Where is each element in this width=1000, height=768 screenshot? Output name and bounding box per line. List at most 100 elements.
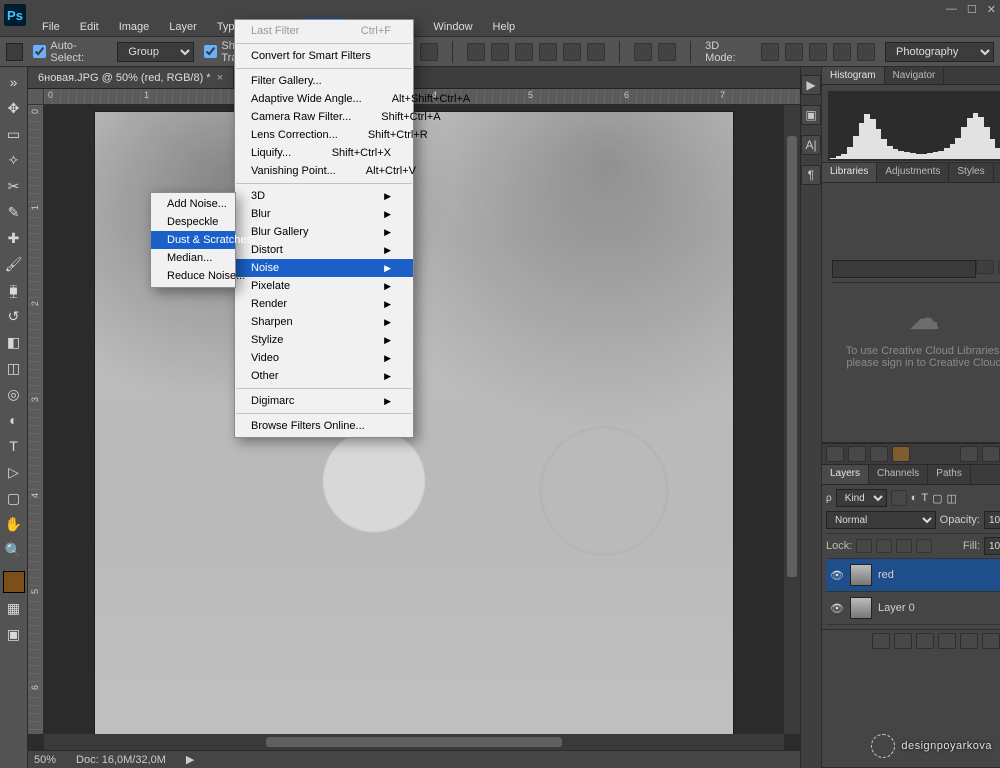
ruler-origin[interactable] bbox=[28, 89, 44, 105]
menu-item[interactable]: Lens Correction...Shift+Ctrl+R bbox=[235, 126, 413, 144]
minimize-button[interactable]: — bbox=[946, 3, 957, 16]
3d-mode-icons[interactable] bbox=[761, 43, 875, 61]
tab-paths[interactable]: Paths bbox=[928, 465, 971, 484]
filter-image-icon[interactable] bbox=[891, 490, 907, 506]
blend-mode-select[interactable]: Normal bbox=[826, 511, 936, 529]
lock-position-icon[interactable] bbox=[896, 539, 912, 553]
filter-menu[interactable]: Last FilterCtrl+FConvert for Smart Filte… bbox=[234, 19, 414, 438]
menu-item[interactable]: Noise▶ bbox=[235, 259, 413, 277]
menu-item[interactable]: 3D▶ bbox=[235, 187, 413, 205]
eraser-tool-icon[interactable]: ◧ bbox=[2, 331, 26, 353]
dodge-tool-icon[interactable]: ◐ bbox=[2, 409, 26, 431]
shape-tool-icon[interactable]: ▢ bbox=[2, 487, 26, 509]
arrange-icons[interactable] bbox=[634, 43, 676, 61]
menu-item[interactable]: Blur Gallery▶ bbox=[235, 223, 413, 241]
gradient-tool-icon[interactable]: ◫ bbox=[2, 357, 26, 379]
layer-mask-icon[interactable] bbox=[916, 633, 934, 649]
tab-channels[interactable]: Channels bbox=[869, 465, 928, 484]
history-brush-icon[interactable]: ↺ bbox=[2, 305, 26, 327]
spot-heal-icon[interactable]: ✚ bbox=[2, 227, 26, 249]
libraries-panel-tabs[interactable]: LibrariesAdjustmentsStyles bbox=[822, 163, 1000, 183]
tab-navigator[interactable]: Navigator bbox=[885, 67, 945, 84]
menu-item[interactable]: Pixelate▶ bbox=[235, 277, 413, 295]
document-tab[interactable]: 6новая.JPG @ 50% (red, RGB/8) * × bbox=[28, 68, 234, 88]
visibility-icon[interactable]: 👁 bbox=[830, 569, 844, 582]
tab-histogram[interactable]: Histogram bbox=[822, 67, 885, 84]
layer-list[interactable]: 👁red👁Layer 0 bbox=[826, 559, 1000, 625]
menu-item[interactable]: Sharpen▶ bbox=[235, 313, 413, 331]
menu-item[interactable]: Despeckle bbox=[151, 213, 235, 231]
adjustment-layer-icon[interactable] bbox=[938, 633, 956, 649]
distribute-icons[interactable] bbox=[467, 43, 605, 61]
screenmode-icon[interactable]: ▣ bbox=[2, 623, 26, 645]
layer-item[interactable]: 👁Layer 0 bbox=[826, 592, 1000, 625]
maximize-button[interactable]: ☐ bbox=[967, 3, 977, 16]
horizontal-scrollbar[interactable] bbox=[44, 734, 784, 750]
lock-image-icon[interactable] bbox=[876, 539, 892, 553]
group-icon[interactable] bbox=[960, 633, 978, 649]
auto-select-toggle[interactable]: Auto-Select: bbox=[33, 40, 107, 64]
lock-all-icon[interactable] bbox=[916, 539, 932, 553]
foreground-color[interactable] bbox=[3, 571, 25, 593]
visibility-icon[interactable]: 👁 bbox=[830, 602, 844, 615]
opacity-value[interactable] bbox=[984, 511, 1000, 529]
menu-item[interactable]: Render▶ bbox=[235, 295, 413, 313]
zoom-tool-icon[interactable]: 🔍 bbox=[2, 539, 26, 561]
workspace-switcher[interactable]: Photography bbox=[885, 42, 994, 62]
noise-submenu[interactable]: Add Noise...DespeckleDust & Scratches...… bbox=[150, 192, 236, 288]
blur-tool-icon[interactable]: ◎ bbox=[2, 383, 26, 405]
menu-item[interactable]: Video▶ bbox=[235, 349, 413, 367]
layer-item[interactable]: 👁red bbox=[826, 559, 1000, 592]
tab-layers[interactable]: Layers bbox=[822, 465, 869, 484]
layers-footer[interactable] bbox=[822, 629, 1000, 651]
menu-item[interactable]: Distort▶ bbox=[235, 241, 413, 259]
zoom-level[interactable]: 50% bbox=[34, 754, 56, 766]
link-layers-icon[interactable] bbox=[872, 633, 890, 649]
new-layer-icon[interactable] bbox=[982, 633, 1000, 649]
menu-item[interactable]: Browse Filters Online... bbox=[235, 417, 413, 435]
menu-item[interactable]: Reduce Noise... bbox=[151, 267, 235, 285]
vertical-ruler[interactable]: 0123456 bbox=[28, 105, 44, 734]
vertical-scrollbar[interactable] bbox=[784, 105, 800, 734]
collapsed-panel-icon[interactable]: ▶ bbox=[801, 75, 821, 95]
tab-adjustments[interactable]: Adjustments bbox=[877, 163, 949, 182]
menu-item[interactable]: Add Noise... bbox=[151, 195, 235, 213]
libraries-search[interactable] bbox=[832, 260, 976, 278]
layer-filter-kind[interactable]: Kind bbox=[836, 489, 887, 507]
grid-view-icon[interactable] bbox=[976, 260, 994, 274]
collapsed-panel-icon[interactable]: ▣ bbox=[801, 105, 821, 125]
eyedropper-icon[interactable]: ✎ bbox=[2, 201, 26, 223]
layer-fx-icon[interactable] bbox=[894, 633, 912, 649]
menu-item[interactable]: Adaptive Wide Angle...Alt+Shift+Ctrl+A bbox=[235, 90, 413, 108]
menu-help[interactable]: Help bbox=[483, 18, 526, 36]
tab-libraries[interactable]: Libraries bbox=[822, 163, 877, 182]
path-select-icon[interactable]: ▷ bbox=[2, 461, 26, 483]
tab-styles[interactable]: Styles bbox=[949, 163, 993, 182]
menu-item[interactable]: Vanishing Point...Alt+Ctrl+V bbox=[235, 162, 413, 180]
crop-tool-icon[interactable]: ✂ bbox=[2, 175, 26, 197]
type-tool-icon[interactable]: T bbox=[2, 435, 26, 457]
layers-panel-tabs[interactable]: LayersChannelsPaths bbox=[822, 465, 1000, 485]
close-button[interactable]: ✕ bbox=[987, 3, 996, 16]
close-tab-icon[interactable]: × bbox=[217, 72, 223, 84]
menu-item[interactable]: Liquify...Shift+Ctrl+X bbox=[235, 144, 413, 162]
histogram-panel-tabs[interactable]: HistogramNavigator bbox=[822, 67, 1000, 85]
stamp-tool-icon[interactable]: ⧯ bbox=[2, 279, 26, 301]
hand-tool-icon[interactable]: ✋ bbox=[2, 513, 26, 535]
collapsed-panel-strip[interactable]: ▶ ▣ A| ¶ bbox=[801, 67, 822, 768]
left-toolbar[interactable]: » ✥ ▭ ✧ ✂ ✎ ✚ 🖌 ⧯ ↺ ◧ ◫ ◎ ◐ T ▷ ▢ ✋ 🔍 ▦ … bbox=[0, 67, 28, 768]
menu-item[interactable]: Dust & Scratches... bbox=[151, 231, 235, 249]
menu-edit[interactable]: Edit bbox=[70, 18, 109, 36]
collapsed-panel-icon[interactable]: ¶ bbox=[801, 165, 821, 185]
fill-value[interactable] bbox=[984, 537, 1000, 555]
menu-image[interactable]: Image bbox=[109, 18, 160, 36]
brush-tool-icon[interactable]: 🖌 bbox=[2, 253, 26, 275]
menu-item[interactable]: Filter Gallery... bbox=[235, 72, 413, 90]
menu-item[interactable]: Camera Raw Filter...Shift+Ctrl+A bbox=[235, 108, 413, 126]
quickmask-icon[interactable]: ▦ bbox=[2, 597, 26, 619]
move-tool-icon[interactable]: ✥ bbox=[2, 97, 26, 119]
collapsed-panel-icon[interactable]: A| bbox=[801, 135, 821, 155]
menu-item[interactable]: Median... bbox=[151, 249, 235, 267]
menu-item[interactable]: Digimarc▶ bbox=[235, 392, 413, 410]
menu-file[interactable]: File bbox=[32, 18, 70, 36]
